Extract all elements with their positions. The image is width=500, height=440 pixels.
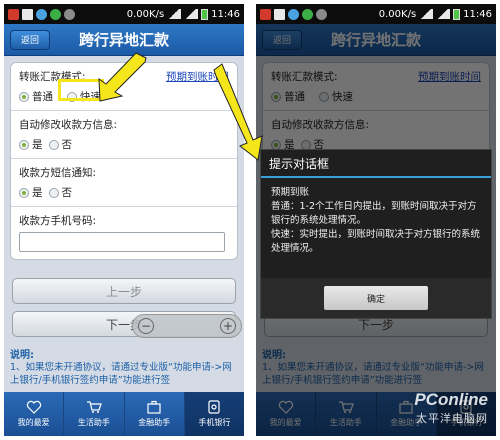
watermark-sub: 太平洋电脑网	[416, 412, 488, 425]
radio-checked-icon	[19, 139, 29, 150]
radio-unchecked-icon	[48, 187, 59, 198]
dialog-heading: 预期到账	[271, 187, 310, 198]
tab-finance-assistant[interactable]: 金融助手	[125, 392, 185, 436]
notification-icon	[302, 8, 313, 20]
notice-title: 说明:	[10, 350, 34, 361]
network-speed: 0.00K/s	[126, 8, 165, 20]
zoom-out-icon[interactable]: −	[138, 318, 154, 334]
sms-no-radio[interactable]: 否	[48, 185, 72, 200]
phone-row: 收款方手机号码:	[11, 207, 237, 259]
screenshot-comparison: 0.00K/s 11:46 返回 跨行异地汇款 转账汇款模式: 预期到账时间 普…	[0, 0, 500, 440]
dialog-normal-text: 普通：1-2个工作日内提出，到账时间取决于对方银行的系统处理情况。	[271, 201, 477, 226]
wifi-icon	[167, 9, 182, 19]
dialog-footer: 确定	[261, 278, 491, 318]
tab-life-assistant[interactable]: 生活助手	[64, 392, 125, 436]
status-bar: 0.00K/s 11:46	[4, 4, 244, 24]
bird-icon	[288, 8, 299, 20]
battery-icon	[453, 8, 461, 20]
modify-yes-radio[interactable]: 是	[19, 137, 43, 152]
battery-icon	[201, 8, 209, 20]
mobile-bank-icon	[206, 400, 222, 414]
clock: 11:46	[211, 8, 240, 20]
dialog-fast-text: 快速：实时提出，到账时间取决于对方银行的系统处理情况。	[271, 229, 481, 254]
radio-checked-icon	[19, 187, 29, 198]
clock: 11:46	[463, 8, 492, 20]
sms-yes-radio[interactable]: 是	[19, 185, 43, 200]
prompt-dialog: 提示对话框 预期到账 普通：1-2个工作日内提出，到账时间取决于对方银行的系统处…	[260, 149, 492, 319]
cart-icon	[86, 400, 102, 414]
zoom-control[interactable]: − +	[132, 314, 242, 338]
modify-no-radio[interactable]: 否	[48, 137, 72, 152]
notice-section: 说明: 1、如果您未开通协议，请通过专业版“功能申请->网上银行/手机银行签约申…	[10, 346, 238, 392]
zoom-in-icon[interactable]: +	[220, 318, 236, 334]
signal-icon	[184, 9, 199, 19]
auto-modify-row: 自动修改收款方信息: 是 否	[11, 111, 237, 159]
form-card: 转账汇款模式: 预期到账时间 普通 快速	[10, 62, 238, 260]
phone-label: 收款方手机号码:	[19, 215, 97, 227]
briefcase-icon	[146, 400, 162, 414]
confirm-button[interactable]: 确定	[324, 286, 428, 310]
dialog-title: 提示对话框	[261, 150, 491, 178]
bird-icon	[36, 8, 47, 20]
nav-bar: 返回 跨行异地汇款	[4, 24, 244, 56]
mode-normal-radio[interactable]: 普通	[19, 89, 53, 104]
dialog-body: 预期到账 普通：1-2个工作日内提出，到账时间取决于对方银行的系统处理情况。 快…	[261, 178, 491, 256]
app-notification-icon	[8, 8, 19, 20]
status-bar: 0.00K/s 11:46	[256, 4, 496, 24]
signal-icon	[436, 9, 451, 19]
mail-icon	[22, 8, 33, 20]
mail-icon	[274, 8, 285, 20]
watermark-brand: PConline	[414, 390, 488, 409]
tab-favorites[interactable]: 我的最爱	[4, 392, 65, 436]
sms-notify-label: 收款方短信通知:	[19, 167, 97, 179]
right-phone-screen: 0.00K/s 11:46 返回 跨行异地汇款 转账汇款模式: 预期到账时间	[256, 4, 496, 436]
heart-icon	[26, 400, 42, 414]
sms-notify-row: 收款方短信通知: 是 否	[11, 159, 237, 207]
back-button[interactable]: 返回	[10, 29, 50, 50]
bottom-tab-bar: 我的最爱 生活助手 金融助手 手机银行	[4, 392, 244, 436]
highlight-box	[58, 79, 104, 101]
watermark: PConline 太平洋电脑网	[414, 390, 488, 426]
phone-number-input[interactable]	[19, 232, 225, 252]
transfer-mode-row: 转账汇款模式: 预期到账时间 普通 快速	[11, 63, 237, 111]
arrival-time-link[interactable]: 预期到账时间	[166, 69, 229, 84]
form-content: 转账汇款模式: 预期到账时间 普通 快速	[4, 56, 244, 392]
auto-modify-label: 自动修改收款方信息:	[19, 119, 118, 131]
prev-step-button[interactable]: 上一步	[12, 278, 236, 304]
network-speed: 0.00K/s	[378, 8, 417, 20]
wifi-icon	[419, 9, 434, 19]
left-phone-screen: 0.00K/s 11:46 返回 跨行异地汇款 转账汇款模式: 预期到账时间 普…	[4, 4, 244, 436]
radio-unchecked-icon	[48, 139, 59, 150]
notification-icon	[50, 8, 61, 20]
wechat-icon	[64, 8, 75, 20]
tab-mobile-banking[interactable]: 手机银行	[184, 392, 244, 436]
radio-checked-icon	[19, 91, 29, 102]
wechat-icon	[316, 8, 327, 20]
notice-text: 1、如果您未开通协议，请通过专业版“功能申请->网上银行/手机银行签约申请”功能…	[10, 362, 232, 386]
app-notification-icon	[260, 8, 271, 20]
